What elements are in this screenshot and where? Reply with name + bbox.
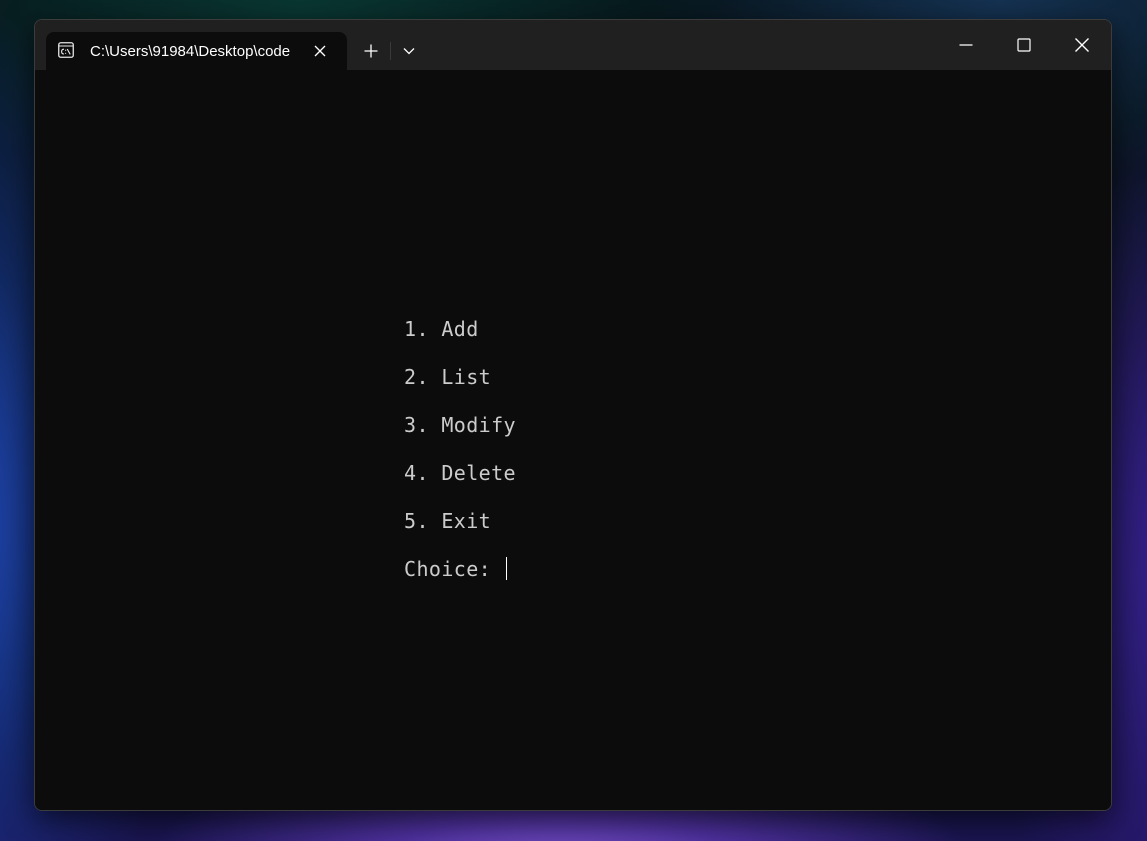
tab-active[interactable]: C:\Users\91984\Desktop\code [46,32,347,70]
menu-item-add: 1. Add [404,317,479,341]
new-tab-button[interactable] [357,39,385,63]
close-icon [314,45,326,57]
choice-prompt: Choice: [404,557,504,581]
menu-item-list: 2. List [404,365,492,389]
cmd-icon [58,42,74,58]
tab-title: C:\Users\91984\Desktop\code [90,43,291,60]
menu-item-delete: 4. Delete [404,461,516,485]
menu-item-exit: 5. Exit [404,509,492,533]
title-bar[interactable]: C:\Users\91984\Desktop\code [35,20,1111,70]
minimize-button[interactable] [937,20,995,70]
maximize-button[interactable] [995,20,1053,70]
menu-item-modify: 3. Modify [404,413,516,437]
close-icon [1075,38,1089,52]
minimize-icon [959,44,973,46]
plus-icon [364,44,378,58]
tab-dropdown-button[interactable] [395,39,423,63]
choice-prompt-line[interactable]: Choice: [404,556,516,604]
maximize-icon [1017,38,1031,52]
chevron-down-icon [403,48,415,55]
tab-close-button[interactable] [310,41,330,61]
terminal-output[interactable]: 1. Add 2. List 3. Modify 4. Delete 5. Ex… [35,70,1111,810]
tab-divider [390,42,391,60]
text-cursor [505,557,507,580]
close-window-button[interactable] [1053,20,1111,70]
menu: 1. Add 2. List 3. Modify 4. Delete 5. Ex… [404,316,516,604]
terminal-window: C:\Users\91984\Desktop\code 1. Add 2. Li… [34,19,1112,811]
